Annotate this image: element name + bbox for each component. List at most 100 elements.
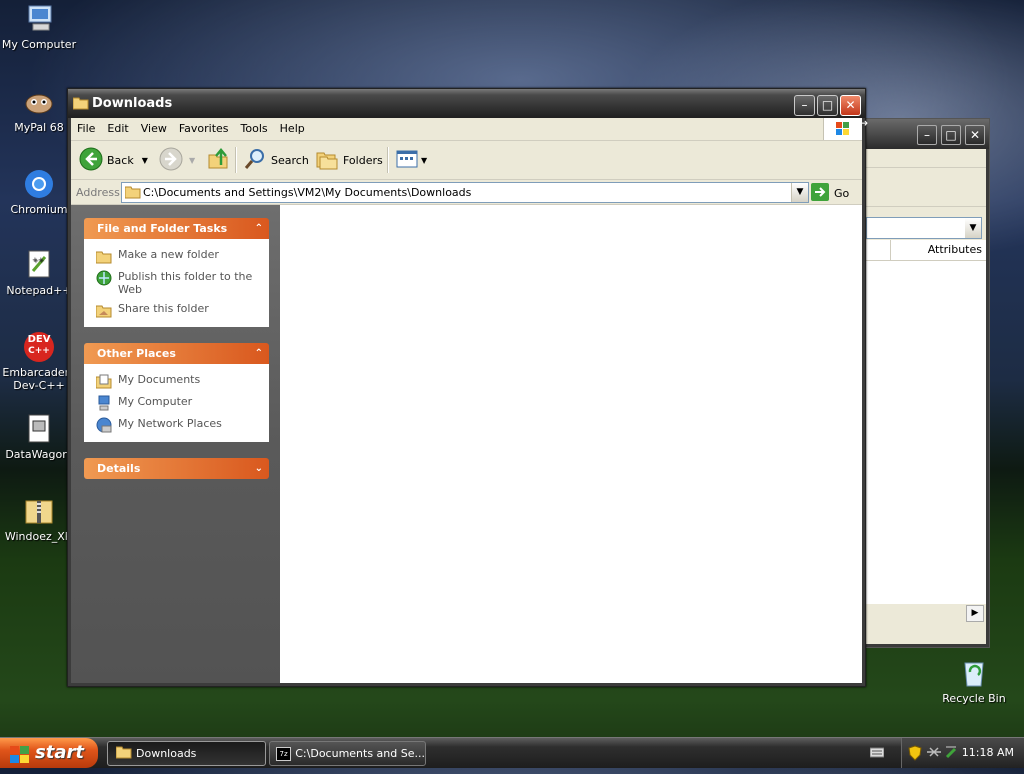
- desktop-icon-recycle-bin[interactable]: Recycle Bin: [934, 657, 1014, 705]
- column-headers: Attributes: [866, 240, 986, 261]
- task-label[interactable]: Share this folder: [118, 302, 209, 315]
- collapse-chevron-icon[interactable]: ⌃: [255, 218, 263, 239]
- horizontal-scrollbar[interactable]: ▶: [866, 604, 986, 622]
- place-label[interactable]: My Computer: [118, 395, 192, 408]
- clock[interactable]: 11:18 AM: [962, 746, 1014, 759]
- my-computer-icon: [23, 3, 55, 35]
- desktop-icon-my-computer[interactable]: My Computer: [0, 3, 79, 51]
- menu-tools[interactable]: Tools: [235, 118, 274, 140]
- chevron-down-icon[interactable]: ▼: [791, 183, 808, 202]
- background-window[interactable]: – □ ✕ ▼ Attributes ▶: [862, 118, 990, 648]
- menu-edit[interactable]: Edit: [101, 118, 134, 140]
- window-titlebar[interactable]: Downloads – □ ✕: [68, 89, 865, 118]
- place-my-network[interactable]: My Network Places: [84, 414, 269, 436]
- dev-badge-sub: C++: [28, 346, 50, 356]
- network-places-icon: [96, 417, 112, 433]
- address-field[interactable]: ▼: [866, 217, 982, 239]
- close-button[interactable]: ✕: [840, 95, 861, 116]
- file-list[interactable]: [866, 261, 986, 604]
- task-label[interactable]: Make a new folder: [118, 248, 219, 261]
- folders-label: Folders: [343, 153, 383, 167]
- views-icon: [395, 147, 419, 174]
- desktop-icon-label: My Computer: [1, 38, 77, 51]
- address-field[interactable]: C:\Documents and Settings\VM2\My Documen…: [121, 182, 809, 203]
- menu-favorites[interactable]: Favorites: [173, 118, 235, 140]
- place-label[interactable]: My Network Places: [118, 417, 222, 430]
- panel-header[interactable]: Details ⌄: [84, 458, 269, 479]
- panel-title: Other Places: [97, 347, 176, 360]
- scroll-right-icon[interactable]: ▶: [966, 605, 984, 622]
- maximize-button[interactable]: □: [941, 125, 961, 145]
- publish-web-icon: [96, 270, 112, 286]
- file-folder-tasks-panel: File and Folder Tasks ⌃ Make a new folde…: [84, 218, 269, 327]
- start-label: start: [35, 742, 84, 763]
- collapse-chevron-icon[interactable]: ⌃: [255, 343, 263, 364]
- taskbar-button-downloads[interactable]: Downloads: [107, 741, 266, 766]
- minimize-button[interactable]: –: [794, 95, 815, 116]
- column-divider[interactable]: [890, 240, 891, 260]
- zip-folder-icon: [23, 495, 55, 527]
- explorer-window[interactable]: Downloads – □ ✕ File Edit View Favorites Too…: [67, 88, 869, 687]
- forward-arrow-icon: [159, 147, 183, 174]
- toolbar-separator: [235, 147, 237, 173]
- place-label[interactable]: My Documents: [118, 373, 200, 386]
- notepad-plus-plus-icon: ++: [23, 249, 55, 281]
- panel-title: File and Folder Tasks: [97, 222, 228, 235]
- dev-badge-text: DEV: [27, 334, 51, 345]
- chevron-down-icon[interactable]: ▼: [965, 218, 981, 238]
- back-label: Back: [107, 153, 134, 167]
- search-button[interactable]: Search: [243, 147, 309, 173]
- menu-help[interactable]: Help: [274, 118, 311, 140]
- keyboard-icon[interactable]: [869, 746, 885, 761]
- place-my-computer[interactable]: My Computer: [84, 392, 269, 414]
- network-icon[interactable]: [926, 746, 942, 761]
- panel-header[interactable]: File and Folder Tasks ⌃: [84, 218, 269, 239]
- views-button[interactable]: ▼: [395, 147, 427, 173]
- close-button[interactable]: ✕: [965, 125, 985, 145]
- my-documents-icon: [95, 373, 112, 389]
- taskbar: start Downloads 7z C:\Documents and Se..…: [0, 737, 1024, 768]
- expand-chevron-icon[interactable]: ⌄: [255, 458, 263, 479]
- back-button[interactable]: Back ▼: [79, 147, 148, 173]
- taskbar-button-7zip[interactable]: 7z C:\Documents and Se...: [269, 741, 426, 766]
- details-panel: Details ⌄: [84, 458, 269, 479]
- task-pane: File and Folder Tasks ⌃ Make a new folde…: [71, 205, 280, 683]
- security-shield-icon[interactable]: [908, 745, 922, 764]
- forward-button[interactable]: ▼: [159, 147, 195, 173]
- file-list-area[interactable]: [280, 205, 862, 683]
- menu-file[interactable]: File: [71, 118, 101, 140]
- address-label: Address: [76, 186, 120, 199]
- column-header-attributes[interactable]: Attributes: [928, 243, 982, 256]
- resize-cursor-icon: ↔: [858, 116, 869, 130]
- datawagon-icon: [23, 413, 55, 445]
- panel-list: My Documents My Computer My Network Plac…: [84, 364, 269, 442]
- taskbar-button-label: Downloads: [136, 747, 197, 760]
- new-folder-icon: [95, 248, 112, 264]
- up-folder-button[interactable]: [207, 147, 231, 173]
- background-window-body: ▼ Attributes ▶: [866, 149, 986, 644]
- panel-header[interactable]: Other Places ⌃: [84, 343, 269, 364]
- chevron-down-icon[interactable]: ▼: [189, 156, 195, 165]
- minimize-button[interactable]: –: [917, 125, 937, 145]
- place-my-documents[interactable]: My Documents: [84, 370, 269, 392]
- task-label[interactable]: Publish this folder to the Web: [118, 270, 269, 296]
- go-button[interactable]: Go: [811, 183, 849, 204]
- chevron-down-icon[interactable]: ▼: [421, 156, 427, 165]
- desktop-icon-label: Recycle Bin: [942, 692, 1006, 705]
- maximize-button[interactable]: □: [817, 95, 838, 116]
- back-arrow-icon: [79, 147, 103, 174]
- search-label: Search: [271, 153, 309, 167]
- safely-remove-icon[interactable]: [944, 745, 958, 764]
- menu-view[interactable]: View: [135, 118, 173, 140]
- start-button[interactable]: start: [0, 738, 98, 768]
- other-places-panel: Other Places ⌃ My Documents My Computer …: [84, 343, 269, 442]
- task-share-folder[interactable]: Share this folder: [84, 299, 269, 321]
- address-value[interactable]: C:\Documents and Settings\VM2\My Documen…: [143, 186, 471, 199]
- folders-button[interactable]: Folders: [315, 147, 383, 173]
- task-make-new-folder[interactable]: Make a new folder: [84, 245, 269, 267]
- task-publish-web[interactable]: Publish this folder to the Web: [84, 267, 269, 299]
- toolbar: [866, 168, 986, 207]
- chevron-down-icon[interactable]: ▼: [142, 156, 148, 165]
- folder-icon: [72, 96, 89, 113]
- recycle-bin-icon: [958, 657, 990, 689]
